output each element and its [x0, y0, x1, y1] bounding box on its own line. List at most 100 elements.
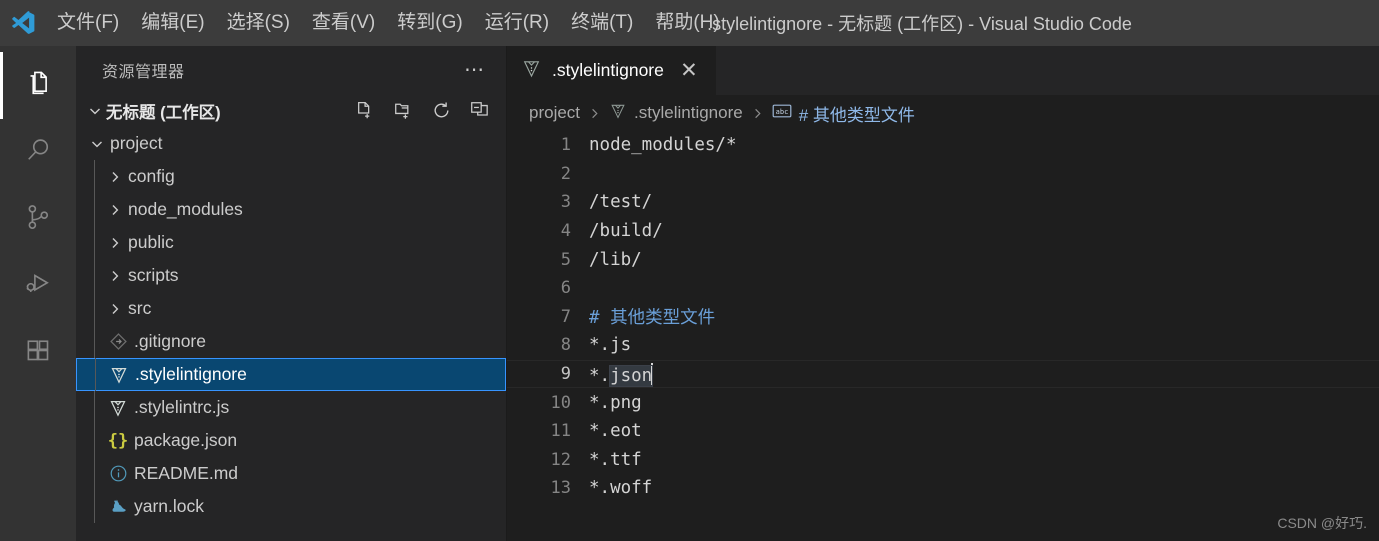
menu-go[interactable]: 转到(G): [386, 9, 473, 38]
explorer-sidebar: 资源管理器 ⋯ 无标题 (工作区) project config node_mo…: [76, 46, 506, 541]
new-file-icon[interactable]: [355, 100, 376, 121]
tree-file-readme-md[interactable]: README.md: [76, 457, 506, 490]
yarn-file-icon: [104, 497, 132, 516]
menu-help[interactable]: 帮助(H): [644, 9, 730, 38]
code-line[interactable]: 1 node_modules/*: [507, 131, 1379, 160]
line-content: *.js: [589, 335, 632, 356]
refresh-icon[interactable]: [431, 100, 452, 121]
tree-item-label: project: [110, 133, 163, 153]
extensions-icon: [23, 336, 53, 371]
code-line[interactable]: 2: [507, 160, 1379, 189]
line-number: 11: [550, 421, 571, 442]
activity-item-run-and-debug[interactable]: [0, 253, 76, 320]
tab-stylelintignore[interactable]: .stylelintignore ✕: [507, 46, 716, 95]
tree-folder-src[interactable]: src: [76, 292, 506, 325]
tree-indent: [76, 259, 104, 292]
tree-indent-guide: [94, 160, 95, 193]
tree-folder-scripts[interactable]: scripts: [76, 259, 506, 292]
tree-folder-project[interactable]: project: [76, 127, 506, 160]
tree-indent-guide: [94, 490, 95, 523]
menu-edit[interactable]: 编辑(E): [130, 9, 215, 38]
code-line[interactable]: 5/lib/: [507, 245, 1379, 274]
tree-file-yarn-lock[interactable]: yarn.lock: [76, 490, 506, 523]
tree-indent: [76, 160, 104, 193]
word-highlight: json: [609, 364, 654, 387]
chevron-down-icon: [84, 103, 106, 119]
menu-selection[interactable]: 选择(S): [216, 9, 301, 38]
tree-indent-guide: [94, 193, 95, 226]
menu-view[interactable]: 查看(V): [301, 9, 386, 38]
tree-file-stylelintignore[interactable]: .stylelintignore: [76, 358, 506, 391]
tree-indent-guide: [94, 424, 95, 457]
menu-bar: 文件(F) 编辑(E) 选择(S) 查看(V) 转到(G) 运行(R) 终端(T…: [46, 0, 731, 46]
code-line[interactable]: 3/test/: [507, 188, 1379, 217]
tree-indent-guide: [94, 259, 95, 292]
tree-item-label: public: [128, 232, 174, 252]
editor-tabs: .stylelintignore ✕: [507, 46, 1379, 95]
menu-run[interactable]: 运行(R): [474, 9, 560, 38]
tree-indent-guide: [94, 457, 95, 490]
code-line[interactable]: 9 *.json: [507, 359, 1379, 389]
tree-indent-guide: [94, 226, 95, 259]
line-number: 13: [550, 478, 571, 499]
chevron-right-icon[interactable]: [104, 202, 126, 218]
new-folder-icon[interactable]: [393, 100, 414, 121]
symbol-string-icon: abc: [772, 103, 792, 124]
activity-bar: [0, 46, 76, 541]
code-line[interactable]: 13 *.woff: [507, 474, 1379, 503]
menu-terminal[interactable]: 终端(T): [560, 9, 644, 38]
tab-label: .stylelintignore: [552, 60, 664, 80]
line-number: 8: [560, 335, 571, 356]
chevron-right-icon: [587, 106, 602, 121]
line-number: 10: [550, 392, 571, 413]
activity-item-search[interactable]: [0, 119, 76, 186]
breadcrumb-item-symbol[interactable]: abc # 其他类型文件: [772, 101, 915, 126]
line-content: *.woff: [589, 478, 653, 499]
chevron-down-icon[interactable]: [86, 136, 108, 152]
breadcrumb-item-project[interactable]: project: [529, 103, 580, 123]
close-icon[interactable]: ✕: [676, 58, 702, 84]
tree-item-label: src: [128, 298, 152, 318]
chevron-right-icon[interactable]: [104, 169, 126, 185]
editor-area: .stylelintignore ✕ project .stylelintign…: [507, 46, 1379, 541]
ellipsis-icon[interactable]: ⋯: [462, 60, 488, 80]
breadcrumb-item-file[interactable]: .stylelintignore: [609, 102, 743, 125]
tree-indent: [76, 391, 104, 424]
activity-item-extensions[interactable]: [0, 320, 76, 387]
code-line[interactable]: 4/build/: [507, 217, 1379, 246]
tree-indent: [77, 358, 105, 391]
code-line[interactable]: 7 # 其他类型文件: [507, 303, 1379, 332]
json-file-icon: {}: [107, 430, 129, 451]
breadcrumb-file-label: .stylelintignore: [634, 103, 743, 122]
stylelint-file-icon: [105, 365, 133, 385]
chevron-right-icon[interactable]: [104, 301, 126, 317]
chevron-right-icon[interactable]: [104, 268, 126, 284]
tree-indent: [76, 325, 104, 358]
tree-file-package-json[interactable]: {} package.json: [76, 424, 506, 457]
collapse-all-icon[interactable]: [469, 100, 490, 121]
tree-indent-guide: [95, 358, 96, 391]
workspace-section-header[interactable]: 无标题 (工作区): [76, 94, 506, 127]
line-content: /lib/: [589, 249, 642, 270]
svg-text:abc: abc: [775, 107, 788, 115]
tree-folder-public[interactable]: public: [76, 226, 506, 259]
code-line[interactable]: 12 *.ttf: [507, 446, 1379, 475]
code-line[interactable]: 10 *.png: [507, 388, 1379, 417]
tree-file-stylelintrc-js[interactable]: .stylelintrc.js: [76, 391, 506, 424]
activity-item-explorer[interactable]: [0, 52, 76, 119]
tree-item-label: node_modules: [128, 199, 243, 219]
code-editor[interactable]: 1 node_modules/* 2 3/test/4/build/5/lib/6 7 #…: [507, 131, 1379, 541]
tree-file-gitignore[interactable]: .gitignore: [76, 325, 506, 358]
menu-file[interactable]: 文件(F): [46, 9, 130, 38]
code-line[interactable]: 6: [507, 274, 1379, 303]
line-number: 4: [560, 221, 571, 242]
code-line[interactable]: 8 *.js: [507, 331, 1379, 360]
chevron-right-icon[interactable]: [104, 235, 126, 251]
activity-item-source-control[interactable]: [0, 186, 76, 253]
tree-folder-config[interactable]: config: [76, 160, 506, 193]
tree-item-label: .stylelintrc.js: [134, 397, 230, 417]
code-line[interactable]: 11 *.eot: [507, 417, 1379, 446]
tree-item-label: .stylelintignore: [135, 364, 247, 384]
tree-folder-node_modules[interactable]: node_modules: [76, 193, 506, 226]
